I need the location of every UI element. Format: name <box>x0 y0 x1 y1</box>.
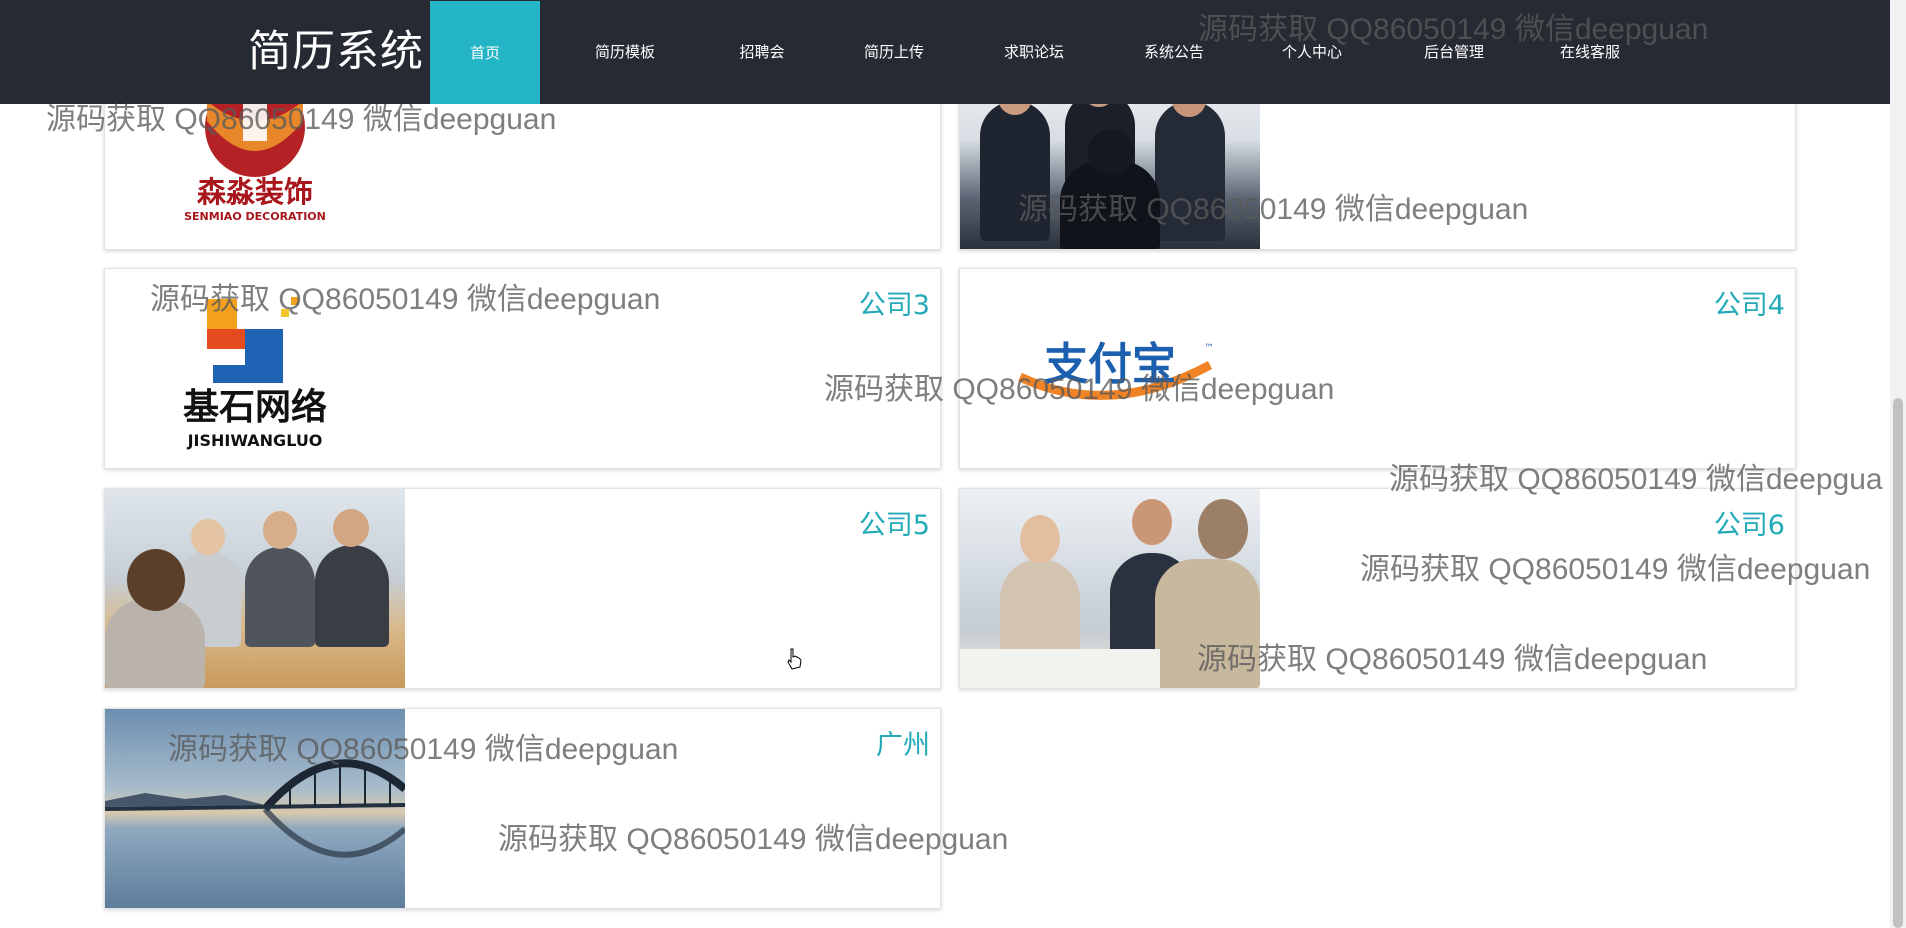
company-photo-2 <box>960 81 1260 249</box>
company-logo-1-subtext: SENMIAO DECORATION <box>184 210 326 223</box>
company-logo-4-text: 支付宝 <box>1044 339 1176 390</box>
nav-item-job-fair[interactable]: 招聘会 <box>702 0 822 104</box>
company-title-5[interactable]: 公司5 <box>859 503 930 542</box>
company-card-3[interactable]: 基石网络 JISHIWANGLUO 公司3 <box>104 268 941 469</box>
company-card-5[interactable]: 公司5 <box>104 488 941 689</box>
nav-item-forum[interactable]: 求职论坛 <box>974 0 1094 104</box>
company-logo-1-text: 森淼装饰 <box>197 175 313 209</box>
company-logo-1: 森淼装饰 SENMIAO DECORATION <box>105 81 405 249</box>
nav-item-customer-service[interactable]: 在线客服 <box>1530 0 1650 104</box>
company-logo-3-text: 基石网络 <box>183 386 327 428</box>
scrollbar-thumb[interactable] <box>1893 398 1903 928</box>
top-navbar: 简历系统 首页 简历模板 招聘会 简历上传 求职论坛 系统公告 个人中心 后台管… <box>0 0 1906 104</box>
company-title-7[interactable]: 广州 <box>876 723 930 762</box>
nav-item-personal-center[interactable]: 个人中心 <box>1252 0 1372 104</box>
company-photo-7 <box>105 709 405 908</box>
nav-item-resume-templates[interactable]: 简历模板 <box>565 0 685 104</box>
company-card-1[interactable]: 森淼装饰 SENMIAO DECORATION <box>104 80 941 250</box>
site-brand[interactable]: 简历系统 <box>248 26 424 78</box>
hand-pointer-icon <box>787 648 802 670</box>
company-title-4[interactable]: 公司4 <box>1714 283 1785 322</box>
page-scrollbar[interactable] <box>1890 0 1906 928</box>
company-card-7[interactable]: 广州 <box>104 708 941 909</box>
nav-item-admin[interactable]: 后台管理 <box>1394 0 1514 104</box>
company-card-6[interactable]: 公司6 <box>959 488 1796 689</box>
company-card-2[interactable] <box>959 80 1796 250</box>
company-logo-4-tm: ™ <box>1204 343 1214 354</box>
company-logo-4: 支付宝 ™ <box>960 269 1260 468</box>
nav-item-resume-upload[interactable]: 简历上传 <box>834 0 954 104</box>
company-photo-5 <box>105 489 405 688</box>
company-logo-3: 基石网络 JISHIWANGLUO <box>105 269 405 468</box>
company-photo-6 <box>960 489 1260 688</box>
company-logo-3-subtext: JISHIWANGLUO <box>187 431 323 450</box>
company-title-3[interactable]: 公司3 <box>859 283 930 322</box>
company-card-4[interactable]: 支付宝 ™ 公司4 <box>959 268 1796 469</box>
nav-item-home[interactable]: 首页 <box>430 1 540 104</box>
nav-item-announcements[interactable]: 系统公告 <box>1114 0 1234 104</box>
company-title-6[interactable]: 公司6 <box>1714 503 1785 542</box>
